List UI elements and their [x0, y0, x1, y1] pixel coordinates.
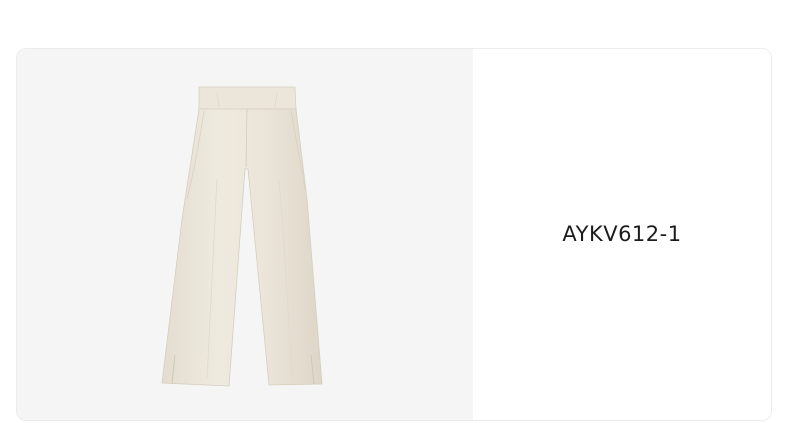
- product-image[interactable]: [17, 49, 473, 420]
- product-card[interactable]: AYKV612-1: [16, 48, 772, 421]
- pants-icon: [161, 86, 323, 387]
- product-sku: AYKV612-1: [562, 221, 682, 246]
- product-info: AYKV612-1: [473, 49, 771, 420]
